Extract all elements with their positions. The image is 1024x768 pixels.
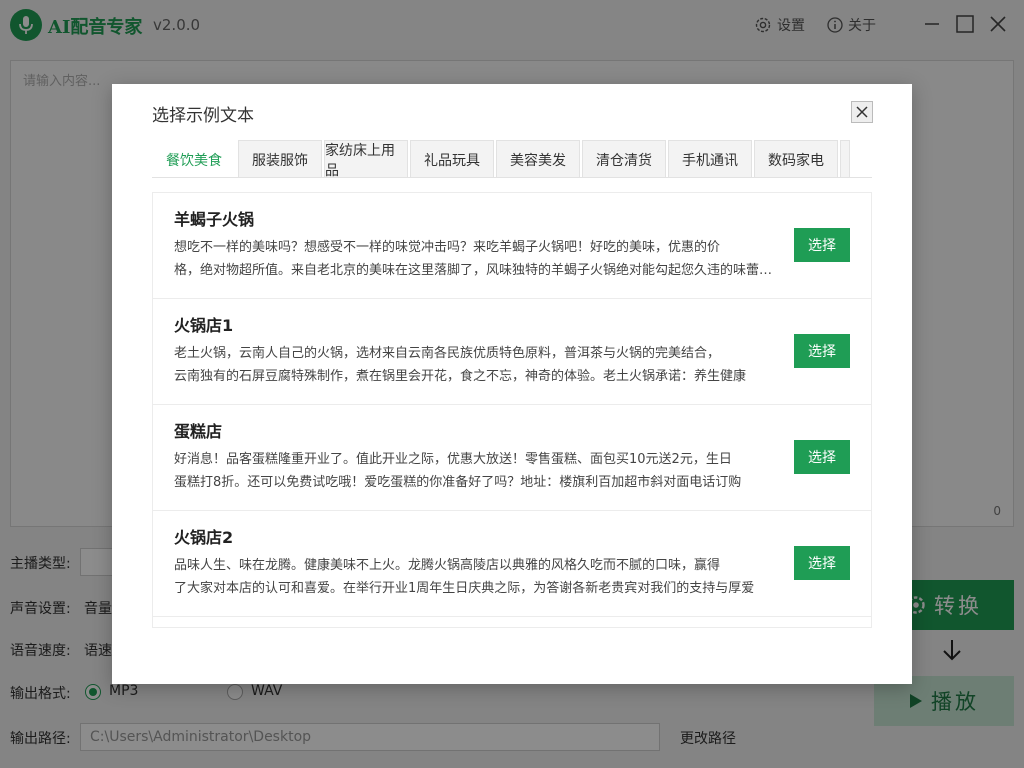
tab-bedding[interactable]: 家纺床上用品 bbox=[324, 140, 408, 177]
sample-list[interactable]: 羊蝎子火锅 想吃不一样的美味吗？想感受不一样的味觉冲击吗？来吃羊蝎子火锅吧！好吃… bbox=[152, 192, 872, 628]
list-item: 羊蝎子火锅 想吃不一样的美味吗？想感受不一样的味觉冲击吗？来吃羊蝎子火锅吧！好吃… bbox=[153, 193, 871, 299]
dialog-close-button[interactable] bbox=[851, 101, 873, 123]
list-item: 蛋糕店 好消息！品客蛋糕隆重开业了。值此开业之际，优惠大放送！零售蛋糕、面包买1… bbox=[153, 405, 871, 511]
item-description: 品味人生、味在龙腾。健康美味不上火。龙腾火锅高陵店以典雅的风格久吃而不腻的口味，… bbox=[174, 558, 755, 596]
tab-beauty[interactable]: 美容美发 bbox=[496, 140, 580, 177]
item-title: 蛋糕店 bbox=[174, 422, 223, 441]
tab-overflow bbox=[840, 140, 850, 177]
tab-mobile[interactable]: 手机通讯 bbox=[668, 140, 752, 177]
item-title: 火锅店1 bbox=[174, 316, 234, 335]
category-tabs: 餐饮美食 服装服饰 家纺床上用品 礼品玩具 美容美发 清仓清货 手机通讯 数码家… bbox=[152, 140, 872, 178]
item-title: 火锅店2 bbox=[174, 528, 234, 547]
tab-clothing[interactable]: 服装服饰 bbox=[238, 140, 322, 177]
tab-catering[interactable]: 餐饮美食 bbox=[152, 140, 236, 177]
close-icon bbox=[856, 106, 868, 118]
item-description: 好消息！品客蛋糕隆重开业了。值此开业之际，优惠大放送！零售蛋糕、面包买10元送2… bbox=[174, 452, 742, 490]
tab-clearance[interactable]: 清仓清货 bbox=[582, 140, 666, 177]
item-title: 羊蝎子火锅 bbox=[174, 210, 255, 229]
list-item: 火锅店2 品味人生、味在龙腾。健康美味不上火。龙腾火锅高陵店以典雅的风格久吃而不… bbox=[153, 511, 871, 617]
item-description: 老土火锅，云南人自己的火锅，选材来自云南各民族优质特色原料，普洱茶与火锅的完美结… bbox=[174, 346, 747, 384]
select-button[interactable]: 选择 bbox=[794, 334, 850, 368]
tab-digital-appliances[interactable]: 数码家电 bbox=[754, 140, 838, 177]
list-item: 火锅店1 老土火锅，云南人自己的火锅，选材来自云南各民族优质特色原料，普洱茶与火… bbox=[153, 299, 871, 405]
item-description: 想吃不一样的美味吗？想感受不一样的味觉冲击吗？来吃羊蝎子火锅吧！好吃的美味，优惠… bbox=[174, 240, 779, 278]
select-button[interactable]: 选择 bbox=[794, 546, 850, 580]
select-button[interactable]: 选择 bbox=[794, 440, 850, 474]
tab-gifts-toys[interactable]: 礼品玩具 bbox=[410, 140, 494, 177]
sample-text-dialog: 选择示例文本 餐饮美食 服装服饰 家纺床上用品 礼品玩具 美容美发 清仓清货 手… bbox=[112, 84, 912, 684]
select-button[interactable]: 选择 bbox=[794, 228, 850, 262]
dialog-title: 选择示例文本 bbox=[152, 106, 254, 126]
